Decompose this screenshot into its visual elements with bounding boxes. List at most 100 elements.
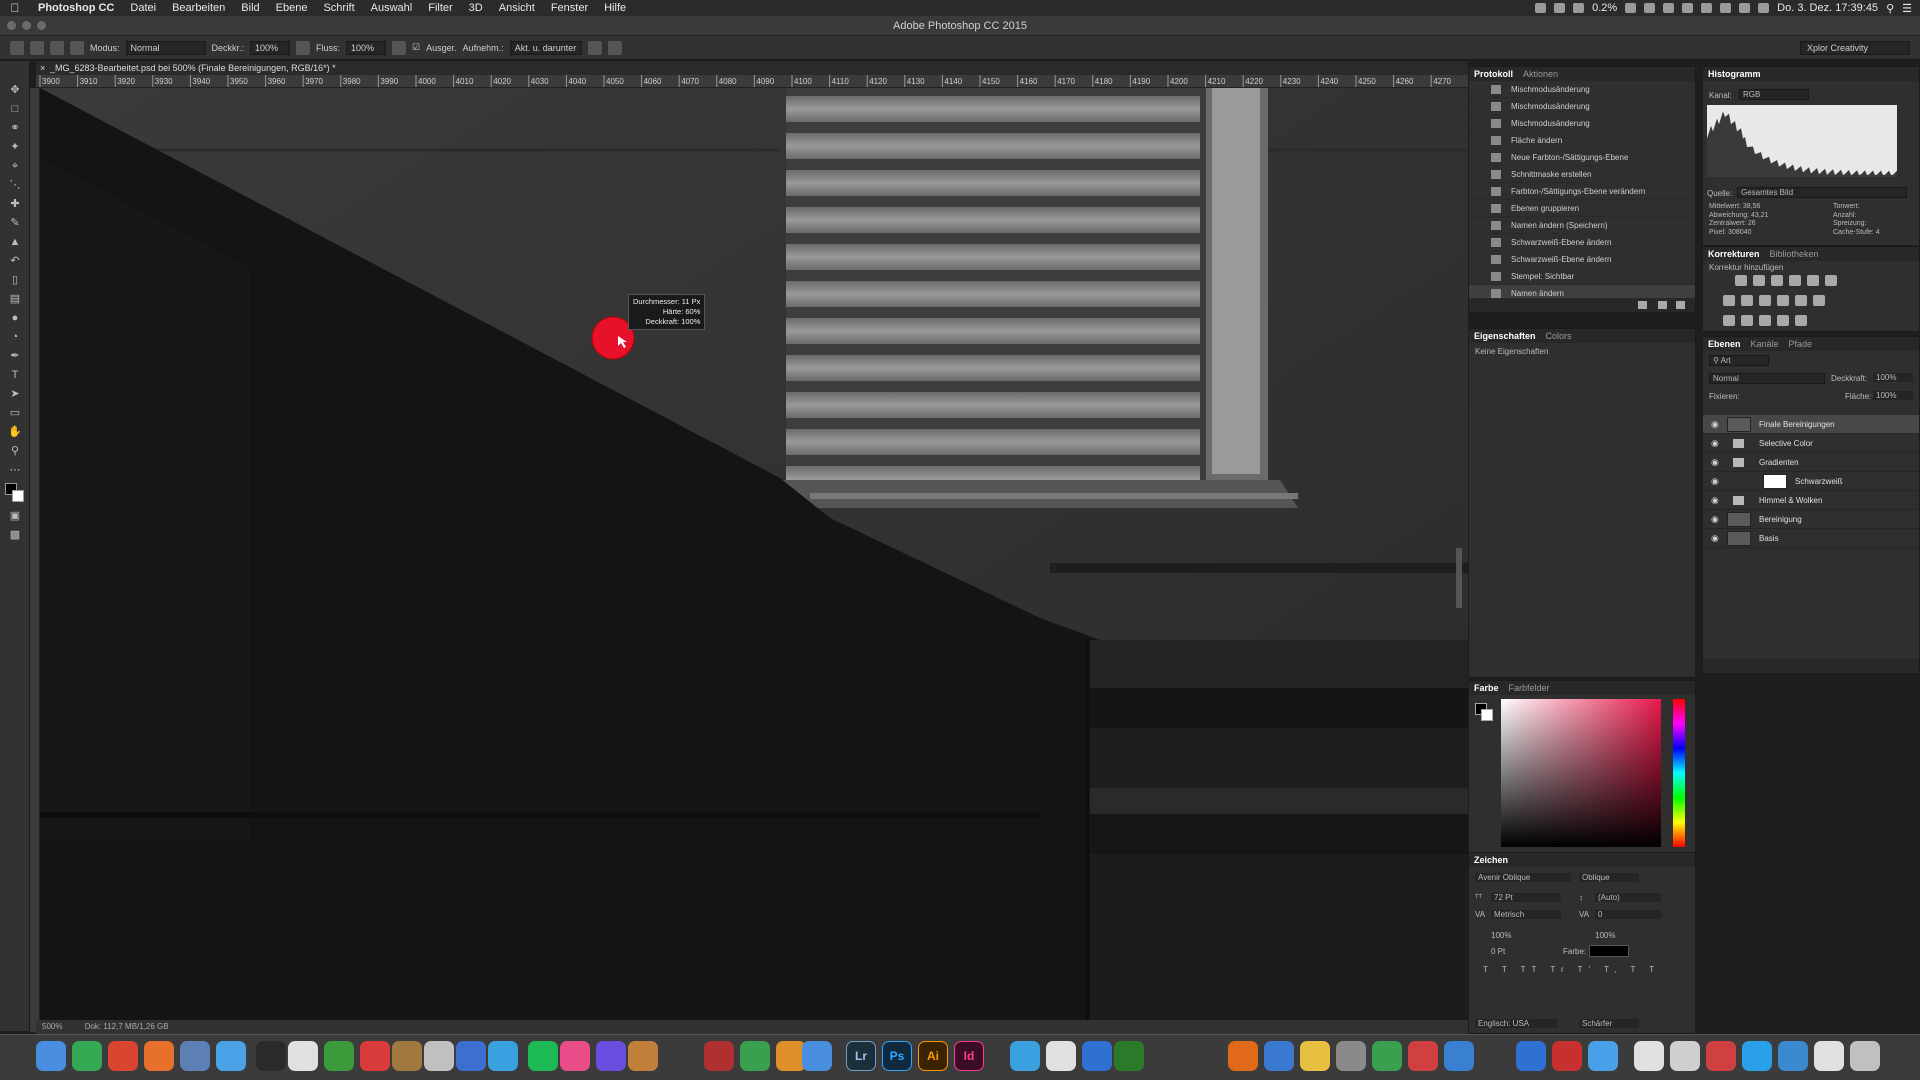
dock-app-icon[interactable]: [1010, 1041, 1040, 1071]
tab-adjustments[interactable]: Korrekturen: [1708, 247, 1760, 261]
pen-tool-icon[interactable]: ✒: [8, 349, 22, 363]
visibility-eye-icon[interactable]: ◉: [1711, 534, 1719, 543]
menu-app[interactable]: Photoshop CC: [30, 2, 122, 14]
status-icon[interactable]: [1663, 3, 1675, 13]
adjustment-icon[interactable]: [1759, 315, 1771, 326]
layer-row[interactable]: ◉ Himmel & Wolken: [1703, 491, 1919, 510]
type-tool-icon[interactable]: T: [8, 368, 22, 382]
blend-mode-select[interactable]: Normal: [1709, 373, 1825, 384]
tab-layers[interactable]: Ebenen: [1708, 337, 1741, 351]
adjustment-icon[interactable]: [1723, 315, 1735, 326]
path-select-tool-icon[interactable]: ➤: [8, 387, 22, 401]
menu-hilfe[interactable]: Hilfe: [596, 2, 634, 14]
more-tools-icon[interactable]: ⋯: [8, 463, 22, 477]
history-item[interactable]: Stempel: Sichtbar: [1469, 268, 1695, 285]
text-style-buttons[interactable]: T T TT Tr T' T, T T: [1483, 965, 1660, 974]
dock-app-icon[interactable]: [1372, 1041, 1402, 1071]
zoom-tool-icon[interactable]: ⚲: [8, 444, 22, 458]
kerning-field[interactable]: Metrisch: [1491, 910, 1561, 919]
adjustment-icon[interactable]: [1741, 295, 1753, 306]
tracking-field[interactable]: 0: [1595, 910, 1661, 919]
tab-swatches[interactable]: Farbfelder: [1509, 681, 1550, 695]
dock-app-icon[interactable]: [324, 1041, 354, 1071]
dodge-tool-icon[interactable]: ◔: [8, 330, 22, 344]
status-icon[interactable]: [1682, 3, 1694, 13]
dock-app-icon[interactable]: [1480, 1041, 1510, 1071]
menu-ebene[interactable]: Ebene: [268, 2, 316, 14]
layer-opacity-field[interactable]: 100%: [1873, 373, 1913, 382]
text-color-swatch[interactable]: [1589, 945, 1629, 957]
vertical-ruler[interactable]: [30, 88, 40, 1032]
font-size-field[interactable]: 72 Pt: [1491, 893, 1561, 902]
eyedropper-tool-icon[interactable]: ⋱: [8, 178, 22, 192]
status-icon[interactable]: [1625, 3, 1637, 13]
history-item[interactable]: Schnittmaske erstellen: [1469, 166, 1695, 183]
history-item[interactable]: Farbton-/Sättigungs-Ebene verändern: [1469, 183, 1695, 200]
tab-colors[interactable]: Colors: [1546, 329, 1572, 343]
adjustment-icon[interactable]: [1741, 315, 1753, 326]
adjustment-icon[interactable]: [1771, 275, 1783, 286]
aligned-checkbox[interactable]: ☑: [412, 42, 420, 53]
adjustment-icon[interactable]: [1795, 295, 1807, 306]
healing-brush-tool-icon[interactable]: ✚: [8, 197, 22, 211]
zoom-window-button[interactable]: [37, 21, 46, 30]
illustrator-icon[interactable]: Ai: [918, 1041, 948, 1071]
status-icon[interactable]: [1554, 3, 1566, 13]
histogram-title[interactable]: Histogramm: [1708, 67, 1761, 81]
layer-filter-select[interactable]: ⚲ Art: [1709, 355, 1769, 366]
dock-app-icon[interactable]: [528, 1041, 558, 1071]
status-icon[interactable]: [1535, 3, 1547, 13]
doc-info[interactable]: Dok: 112,7 MB/1,26 GB: [85, 1022, 169, 1031]
horizontal-scale-field[interactable]: 100%: [1595, 931, 1615, 940]
history-item[interactable]: Schwarzweiß-Ebene ändern: [1469, 251, 1695, 268]
dock-app-icon[interactable]: [288, 1041, 318, 1071]
dock-app-icon[interactable]: [1706, 1041, 1736, 1071]
menu-auswahl[interactable]: Auswahl: [363, 2, 421, 14]
opacity-field[interactable]: 100%: [250, 40, 291, 55]
dock-app-icon[interactable]: [1778, 1041, 1808, 1071]
adjustment-icon[interactable]: [1777, 315, 1789, 326]
layer-row[interactable]: ◉ Finale Bereinigungen: [1703, 415, 1919, 434]
flow-field[interactable]: 100%: [346, 40, 387, 55]
hue-slider[interactable]: [1673, 699, 1685, 847]
notification-center-icon[interactable]: ☰: [1902, 2, 1912, 15]
dock-app-icon[interactable]: [1264, 1041, 1294, 1071]
airbrush-icon[interactable]: [392, 40, 407, 55]
dock-app-icon[interactable]: [628, 1041, 658, 1071]
close-window-button[interactable]: [7, 21, 16, 30]
dock-app-icon[interactable]: [360, 1041, 390, 1071]
move-tool-icon[interactable]: ✥: [8, 83, 22, 97]
visibility-eye-icon[interactable]: ◉: [1711, 496, 1719, 505]
adjustment-icon[interactable]: [1813, 295, 1825, 306]
dock-app-icon[interactable]: [1516, 1041, 1546, 1071]
history-item[interactable]: Neue Farbton-/Sättigungs-Ebene: [1469, 149, 1695, 166]
clone-stamp-tool-icon[interactable]: ▲: [8, 235, 22, 249]
history-item[interactable]: Schwarzweiß-Ebene ändern: [1469, 234, 1695, 251]
tab-properties[interactable]: Eigenschaften: [1474, 329, 1536, 343]
brush-preset-icon[interactable]: [30, 40, 44, 55]
quick-select-tool-icon[interactable]: ✦: [8, 140, 22, 154]
dock-app-icon[interactable]: [1408, 1041, 1438, 1071]
photoshop-icon[interactable]: Ps: [882, 1041, 912, 1071]
mode-select[interactable]: Normal: [125, 40, 206, 55]
history-item[interactable]: Mischmodusänderung: [1469, 81, 1695, 98]
dock-app-icon[interactable]: [596, 1041, 626, 1071]
tab-paths[interactable]: Pfade: [1789, 337, 1813, 351]
pressure-size-icon[interactable]: [607, 40, 622, 55]
adjustment-icon[interactable]: [1825, 275, 1837, 286]
layer-row[interactable]: ◉ Selective Color: [1703, 434, 1919, 453]
background-color-swatch[interactable]: [12, 490, 24, 502]
dock-app-icon[interactable]: [1850, 1041, 1880, 1071]
gradient-tool-icon[interactable]: ▤: [8, 292, 22, 306]
horizontal-ruler[interactable]: 3900 3910 3920 3930 3940 3950 3960 3970 3980 3990…: [36, 75, 1468, 88]
dock-app-icon[interactable]: [704, 1041, 734, 1071]
dock-app-icon[interactable]: [1742, 1041, 1772, 1071]
language-select[interactable]: Englisch: USA: [1475, 1019, 1557, 1028]
menu-ansicht[interactable]: Ansicht: [491, 2, 543, 14]
history-item[interactable]: Ebenen gruppieren: [1469, 200, 1695, 217]
shape-tool-icon[interactable]: ▭: [8, 406, 22, 420]
dock-app-icon[interactable]: [1552, 1041, 1582, 1071]
adjustment-icon[interactable]: [1759, 295, 1771, 306]
menu-fenster[interactable]: Fenster: [543, 2, 596, 14]
dock-app-icon[interactable]: [72, 1041, 102, 1071]
